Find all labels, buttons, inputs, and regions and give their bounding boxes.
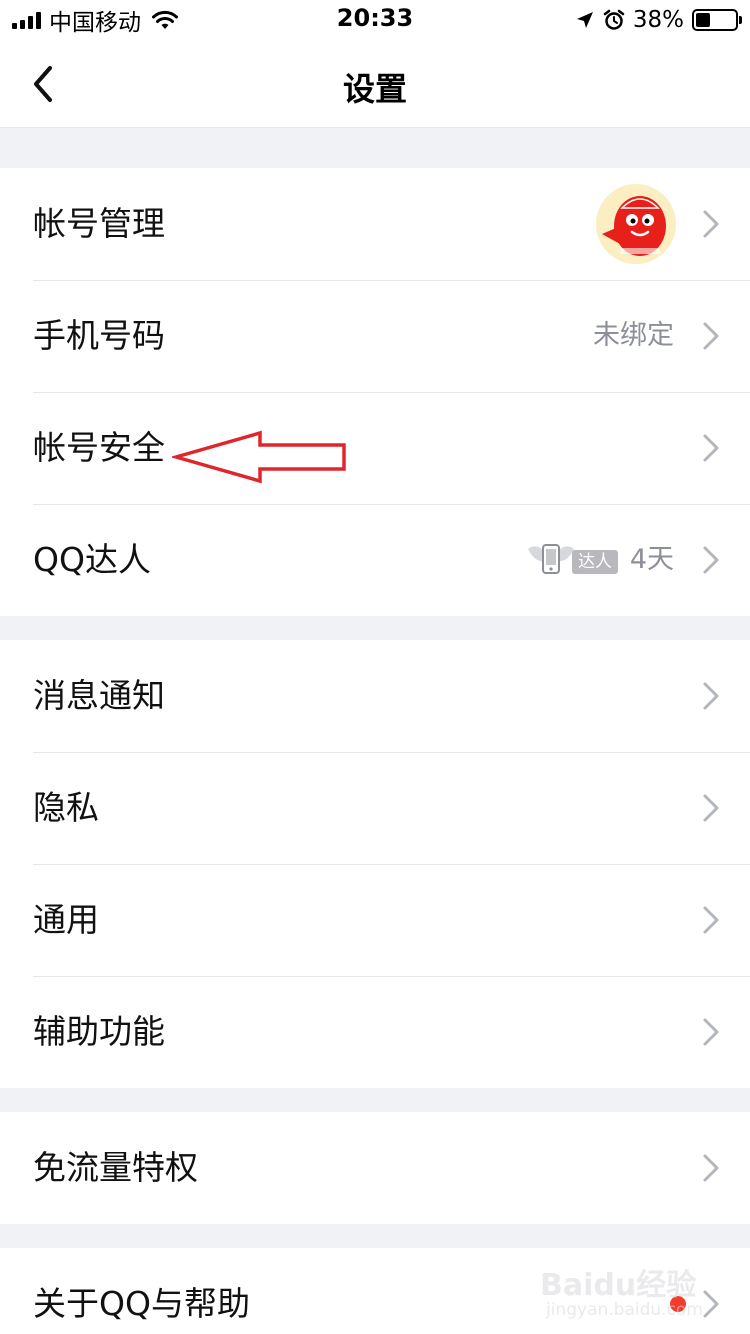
avatar bbox=[596, 184, 676, 264]
settings-row-about-help[interactable]: 关于QQ与帮助 bbox=[0, 1248, 750, 1334]
chevron-right-icon bbox=[703, 906, 719, 934]
settings-row-account-security[interactable]: 帐号安全 bbox=[0, 392, 750, 504]
row-label: 帐号管理 bbox=[33, 204, 165, 243]
chevron-right-icon bbox=[703, 794, 719, 822]
chevron-right-icon bbox=[703, 434, 719, 462]
settings-row-free-data[interactable]: 免流量特权 bbox=[0, 1112, 750, 1224]
daren-days: 4天 bbox=[629, 544, 674, 575]
chevron-right-icon bbox=[703, 210, 719, 238]
notification-dot bbox=[670, 1296, 686, 1312]
settings-row-qq-daren[interactable]: QQ达人 达人 4天 bbox=[0, 504, 750, 616]
row-label: 消息通知 bbox=[33, 676, 165, 715]
winged-phone-icon bbox=[528, 544, 574, 574]
settings-group-data: 免流量特权 bbox=[0, 1112, 750, 1224]
settings-row-general[interactable]: 通用 bbox=[0, 864, 750, 976]
page-title: 设置 bbox=[342, 70, 407, 108]
alarm-icon bbox=[603, 9, 625, 30]
row-label: 关于QQ与帮助 bbox=[33, 1284, 250, 1323]
battery-percent: 38% bbox=[632, 7, 684, 33]
chevron-right-icon bbox=[703, 1290, 719, 1318]
row-label: QQ达人 bbox=[33, 540, 151, 579]
chevron-right-icon bbox=[703, 1154, 719, 1182]
chevron-right-icon bbox=[703, 682, 719, 710]
status-bar: 中国移动 20:33 38% bbox=[0, 0, 750, 40]
settings-row-account-management[interactable]: 帐号管理 bbox=[0, 168, 750, 280]
phone-binding-status: 未绑定 bbox=[593, 320, 674, 351]
settings-row-privacy[interactable]: 隐私 bbox=[0, 752, 750, 864]
settings-group-about: 关于QQ与帮助 bbox=[0, 1248, 750, 1334]
settings-row-phone-number[interactable]: 手机号码 未绑定 bbox=[0, 280, 750, 392]
location-arrow-icon bbox=[576, 12, 593, 28]
chevron-right-icon bbox=[703, 322, 719, 350]
row-label: 通用 bbox=[33, 900, 99, 939]
row-label: 隐私 bbox=[33, 788, 99, 827]
settings-row-accessibility[interactable]: 辅助功能 bbox=[0, 976, 750, 1088]
settings-group-account: 帐号管理 手机号码 未绑定 帐号安全 QQ达人 达人 4天 bbox=[0, 168, 750, 616]
daren-tag: 达人 bbox=[572, 550, 618, 574]
row-label: 免流量特权 bbox=[33, 1148, 198, 1187]
settings-row-notifications[interactable]: 消息通知 bbox=[0, 640, 750, 752]
nav-bar: 设置 bbox=[0, 40, 750, 128]
row-label: 手机号码 bbox=[33, 316, 165, 355]
row-label: 辅助功能 bbox=[33, 1012, 165, 1051]
row-label: 帐号安全 bbox=[33, 428, 165, 467]
status-right: 38% bbox=[575, 6, 742, 34]
daren-badge: 达人 bbox=[526, 539, 622, 579]
chevron-right-icon bbox=[703, 1018, 719, 1046]
settings-group-general: 消息通知 隐私 通用 辅助功能 bbox=[0, 640, 750, 1088]
battery-icon bbox=[692, 9, 742, 31]
chevron-right-icon bbox=[703, 546, 719, 574]
